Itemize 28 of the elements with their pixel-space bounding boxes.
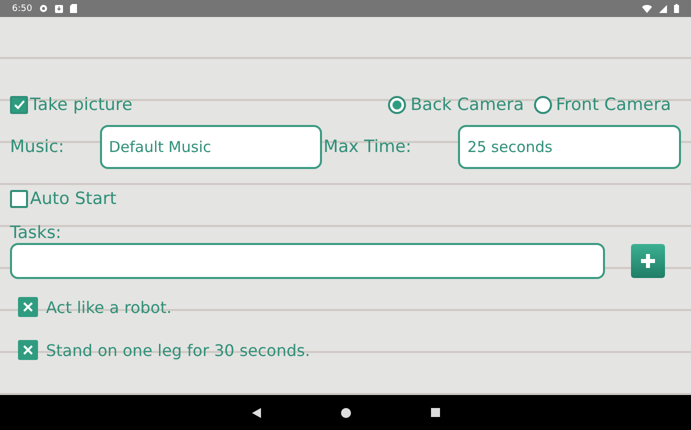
camera-radio[interactable]: Back Camera	[388, 95, 524, 115]
delete-button[interactable]	[18, 297, 38, 317]
task-text: Stand on one leg for 30 seconds.	[46, 340, 310, 360]
task-text: Act like a robot.	[46, 298, 172, 316]
check-icon	[12, 98, 26, 112]
max-time-field[interactable]: 25 seconds	[458, 125, 681, 169]
plus-icon	[639, 252, 657, 270]
camera-radio[interactable]: Front Camera	[534, 95, 671, 115]
close-icon	[23, 302, 33, 312]
music-label: Music:	[10, 137, 66, 157]
sd-card-icon	[70, 4, 78, 13]
download-icon	[55, 4, 64, 12]
take-picture-checkbox[interactable]: Take picture	[10, 95, 132, 115]
recents-icon[interactable]	[430, 408, 440, 417]
auto-start-checkbox[interactable]: Auto Start	[10, 189, 116, 209]
signal-icon	[659, 4, 667, 12]
wifi-icon	[642, 4, 652, 12]
status-time: 6:50	[12, 4, 32, 14]
home-icon[interactable]	[340, 408, 350, 418]
add-button[interactable]	[631, 244, 665, 278]
delete-button[interactable]	[18, 340, 38, 360]
close-icon	[23, 345, 33, 355]
max-time-label: Max Time:	[324, 137, 412, 157]
back-icon[interactable]	[252, 408, 260, 418]
battery-icon	[674, 4, 679, 13]
tasks-label: Tasks:	[10, 223, 62, 243]
task-input-field[interactable]	[10, 243, 605, 279]
music-field[interactable]: Default Music	[100, 125, 322, 169]
